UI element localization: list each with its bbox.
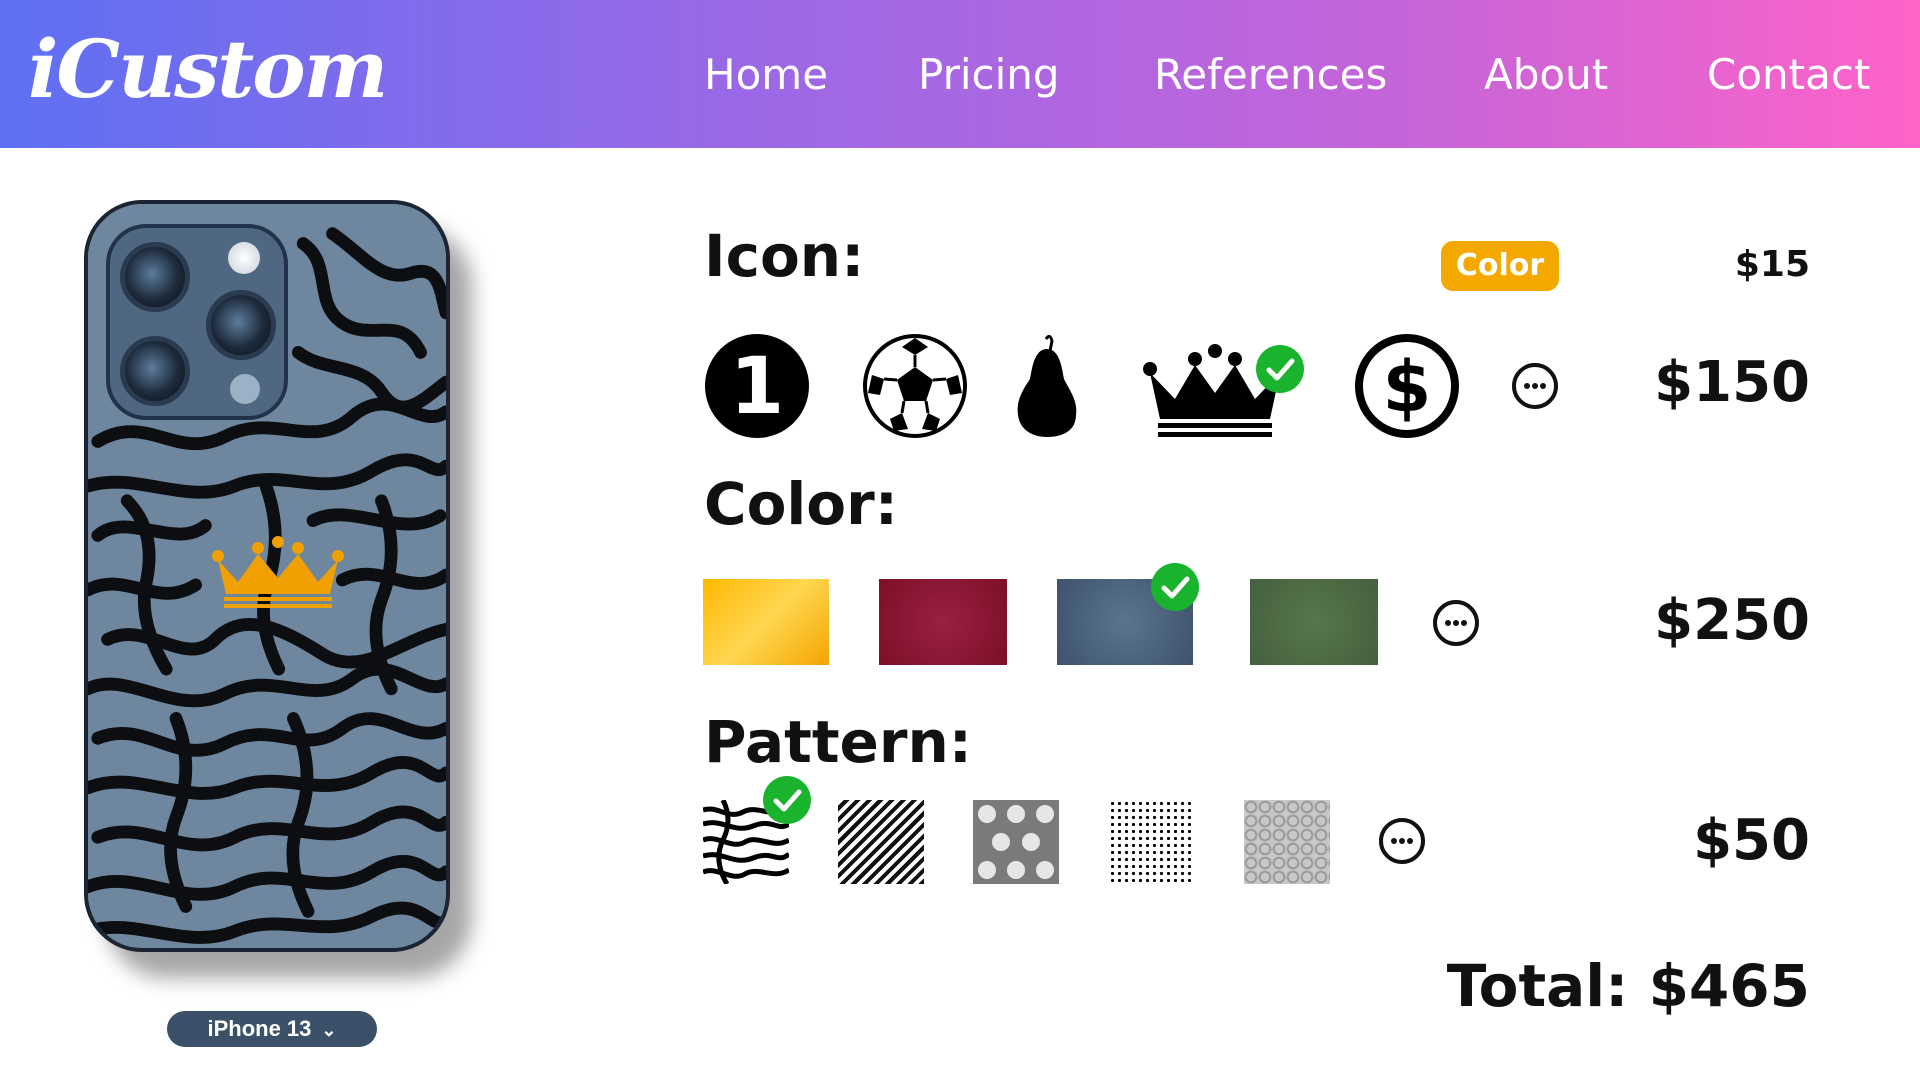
pattern-halftone-gradient[interactable]	[1109, 800, 1195, 884]
pear-icon[interactable]	[1002, 333, 1092, 439]
nav-about[interactable]: About	[1484, 50, 1608, 99]
pattern-circle-lattice[interactable]	[1244, 800, 1330, 884]
header-bar: iCustom Home Pricing References About Co…	[0, 0, 1920, 148]
total-price: Total: $465	[1446, 952, 1810, 1020]
color-section-price: $250	[1654, 588, 1810, 653]
selected-check-icon	[763, 776, 811, 824]
dollar-sign-icon[interactable]: $	[1354, 333, 1460, 439]
more-options-icon[interactable]	[1512, 363, 1558, 409]
flash-icon	[228, 242, 260, 274]
icon-section-label: Icon:	[704, 222, 865, 290]
nav-home[interactable]: Home	[704, 50, 828, 99]
icon-color-price: $15	[1734, 244, 1810, 285]
camera-lens	[120, 242, 190, 312]
selected-check-icon	[1256, 345, 1304, 393]
selected-check-icon	[1151, 563, 1199, 611]
nav-contact[interactable]: Contact	[1707, 50, 1870, 99]
pattern-quatrefoil[interactable]	[973, 800, 1059, 884]
color-swatch-yellow[interactable]	[703, 579, 829, 665]
number-one-icon[interactable]: 1	[704, 333, 810, 439]
camera-lens	[120, 336, 190, 406]
phone-model-select[interactable]: iPhone 13 ⌄	[167, 1011, 377, 1047]
phone-model-label: iPhone 13	[207, 1016, 312, 1041]
chevron-down-icon: ⌄	[321, 1020, 337, 1040]
nav-pricing[interactable]: Pricing	[918, 50, 1060, 99]
lidar-sensor	[230, 374, 260, 404]
crown-icon-print	[212, 536, 344, 608]
pattern-section-price: $50	[1693, 808, 1810, 873]
phone-preview	[84, 200, 472, 978]
more-options-icon[interactable]	[1379, 818, 1425, 864]
camera-module	[106, 224, 288, 420]
icon-color-badge[interactable]: Color	[1441, 241, 1559, 291]
icon-section-price: $150	[1654, 350, 1810, 415]
color-swatch-burgundy[interactable]	[879, 579, 1007, 665]
pattern-diagonal-stripes[interactable]	[838, 800, 924, 884]
nav-references[interactable]: References	[1154, 50, 1387, 99]
camera-lens	[206, 290, 276, 360]
color-swatch-olive-green[interactable]	[1250, 579, 1378, 665]
soccer-ball-icon[interactable]	[862, 333, 968, 439]
phone-case	[84, 200, 450, 952]
logo[interactable]: iCustom	[28, 22, 388, 116]
svg-text:$: $	[1383, 346, 1432, 428]
pattern-section-label: Pattern:	[704, 708, 972, 776]
more-options-icon[interactable]	[1433, 600, 1479, 646]
color-section-label: Color:	[704, 470, 898, 538]
svg-text:1: 1	[730, 342, 784, 432]
